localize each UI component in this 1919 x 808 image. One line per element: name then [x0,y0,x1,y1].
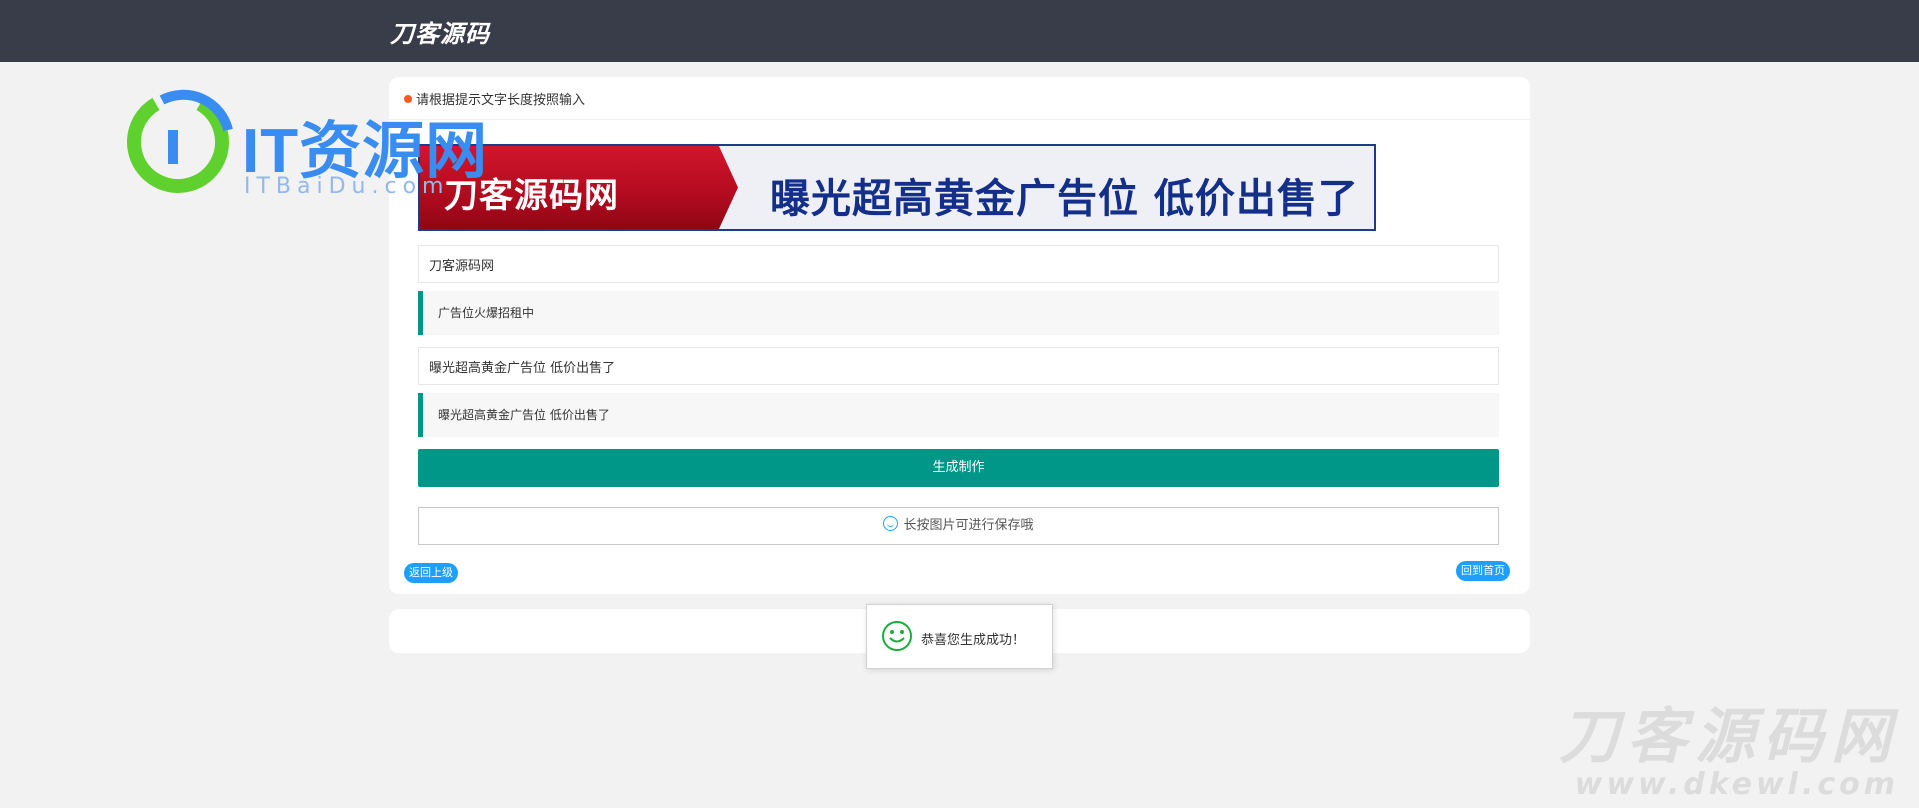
card-header: 请根据提示文字长度按照输入 [389,77,1530,120]
generator-card: 请根据提示文字长度按照输入 刀客源码网 曝光超高黄金广告位 低价出售了 刀客源码… [389,77,1530,594]
generate-button[interactable]: 生成制作 [418,449,1499,487]
toast-message: 恭喜您生成成功！ [921,633,1026,648]
power-ring-icon [127,89,233,193]
site-brand[interactable]: 刀客源码 [390,14,490,49]
banner-preview-image[interactable]: 刀客源码网 曝光超高黄金广告位 低价出售了 [418,144,1376,231]
it-logo-overlay: IT资源网 ITBaiDu.com [122,86,522,199]
watermark-url: www.dkewl.com [1574,767,1899,802]
text-input-2[interactable]: 曝光超高黄金广告位 低价出售了 [418,347,1499,385]
home-button[interactable]: 回到首页 [1456,561,1510,581]
smile-icon [882,621,912,651]
banner-right-text: 曝光超高黄金广告位 低价出售了 [770,176,1359,222]
back-button[interactable]: 返回上级 [404,563,458,583]
text-input-1[interactable]: 刀客源码网 [418,245,1499,283]
watermark: 刀客源码网 www.dkewl.com [1559,706,1899,802]
watermark-title: 刀客源码网 [1559,702,1899,772]
success-toast: 恭喜您生成成功！ [866,604,1053,669]
save-tip-text: 长按图片可进行保存哦 [903,518,1034,533]
smile-icon [883,516,899,531]
save-tip-box: 长按图片可进行保存哦 [418,507,1499,545]
top-navbar: 刀客源码 [0,0,1919,62]
input-2-note: 曝光超高黄金广告位 低价出售了 [418,393,1499,437]
logo-subtitle: ITBaiDu.com [244,174,450,199]
input-1-note: 广告位火爆招租中 [418,291,1499,335]
